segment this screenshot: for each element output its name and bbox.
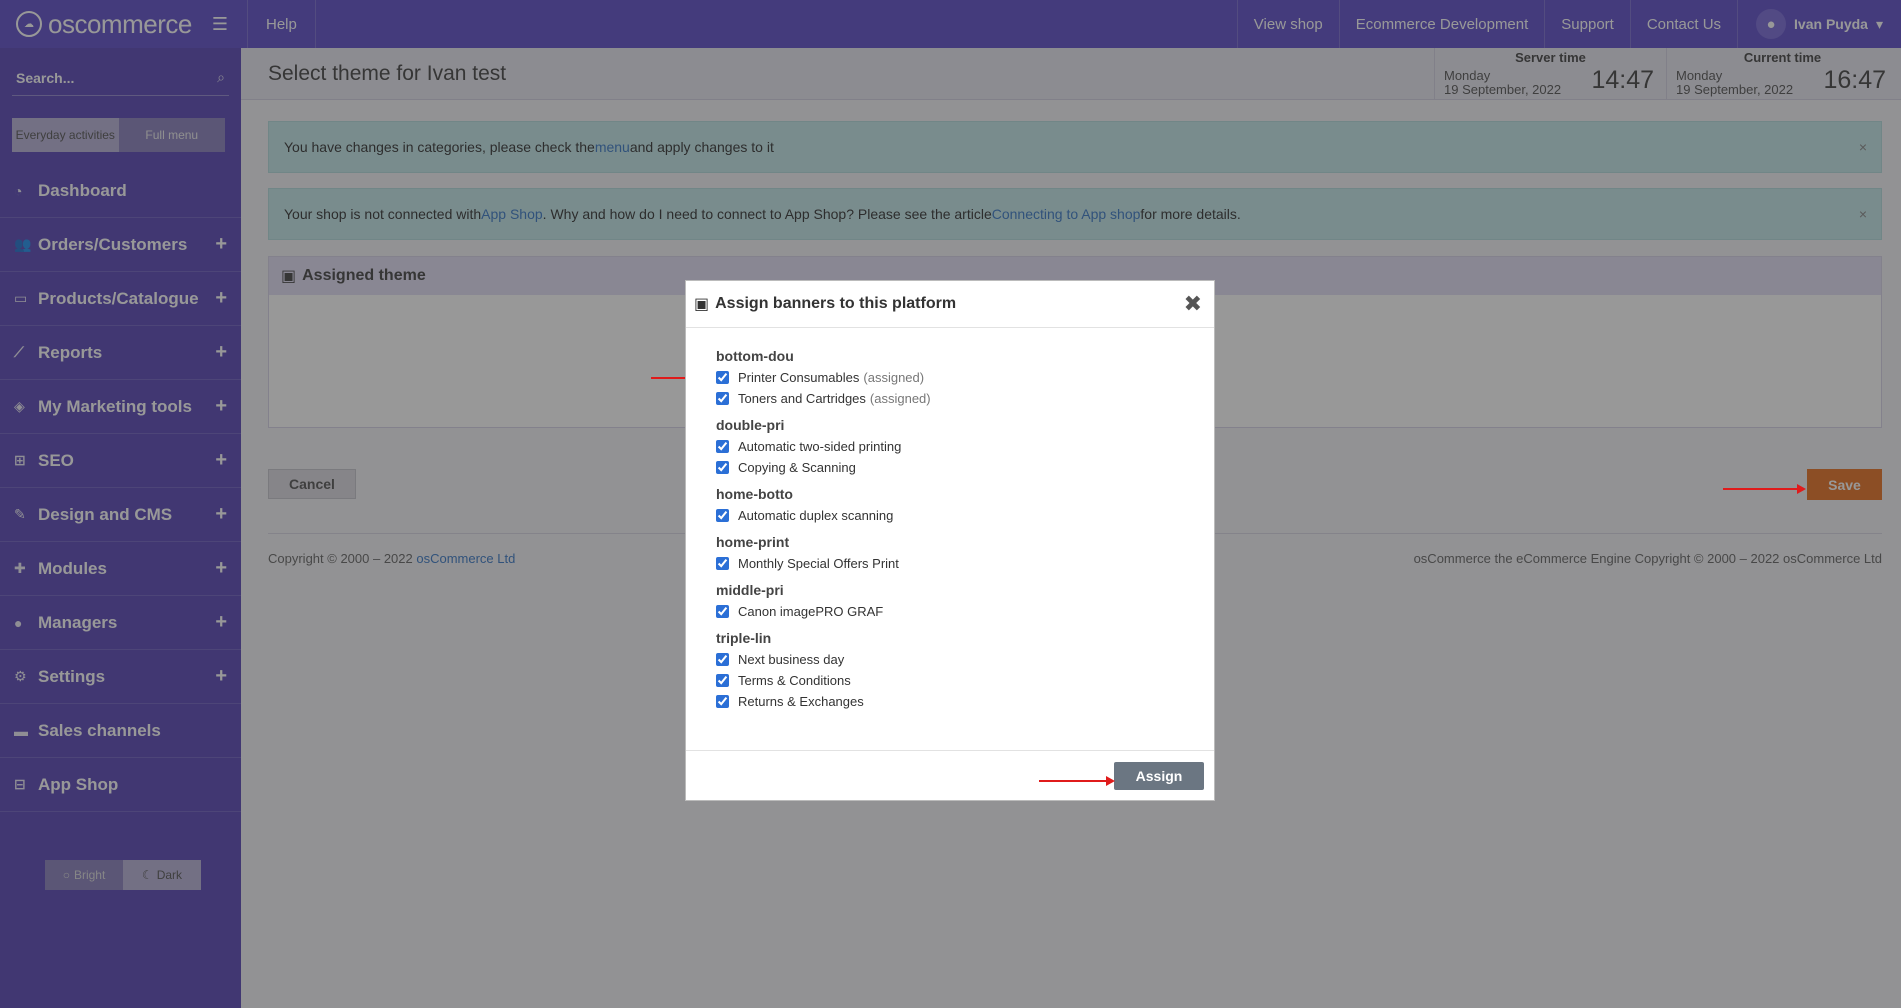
banner-checkbox-row[interactable]: Automatic two-sided printing bbox=[716, 436, 1214, 457]
modal-footer: Assign bbox=[686, 750, 1214, 800]
banner-checkbox-row[interactable]: Monthly Special Offers Print bbox=[716, 553, 1214, 574]
assigned-note: (assigned) bbox=[863, 370, 925, 385]
modal-body: bottom-dou Printer Consumables (assigned) T… bbox=[686, 328, 1214, 712]
modal-header: ▣ Assign banners to this platform ✖ bbox=[686, 281, 1214, 328]
banner-checkbox[interactable] bbox=[716, 695, 729, 708]
assign-button[interactable]: Assign bbox=[1114, 762, 1204, 790]
banner-label: Toners and Cartridges bbox=[738, 391, 866, 406]
banner-checkbox-row[interactable]: Terms & Conditions bbox=[716, 670, 1214, 691]
modal-title: Assign banners to this platform bbox=[715, 295, 957, 312]
banner-group: middle-pri Canon imagePRO GRAF bbox=[716, 582, 1214, 622]
banner-group: bottom-dou Printer Consumables (assigned) T… bbox=[716, 348, 1214, 409]
banner-checkbox[interactable] bbox=[716, 440, 729, 453]
banner-checkbox-row[interactable]: Canon imagePRO GRAF bbox=[716, 601, 1214, 622]
assign-banners-modal: ▣ Assign banners to this platform ✖ bott… bbox=[685, 280, 1215, 801]
banner-checkbox-row[interactable]: Printer Consumables (assigned) bbox=[716, 367, 1214, 388]
banner-group: home-botto Automatic duplex scanning bbox=[716, 486, 1214, 526]
banner-label: Monthly Special Offers Print bbox=[738, 556, 899, 571]
banner-group-title: bottom-dou bbox=[716, 348, 794, 364]
banner-group-title: middle-pri bbox=[716, 582, 784, 598]
banner-label: Copying & Scanning bbox=[738, 460, 856, 475]
banner-checkbox-row[interactable]: Returns & Exchanges bbox=[716, 691, 1214, 712]
banner-group-title: home-botto bbox=[716, 486, 793, 502]
banner-checkbox-row[interactable]: Copying & Scanning bbox=[716, 457, 1214, 478]
banner-label: Next business day bbox=[738, 652, 845, 667]
assigned-note: (assigned) bbox=[869, 391, 931, 406]
image-icon: ▣ bbox=[694, 296, 710, 313]
annotation-arrow bbox=[1723, 484, 1806, 494]
banner-label: Printer Consumables bbox=[738, 370, 860, 385]
banner-label: Canon imagePRO GRAF bbox=[738, 604, 884, 619]
banner-label: Automatic duplex scanning bbox=[738, 508, 894, 523]
banner-checkbox[interactable] bbox=[716, 674, 729, 687]
banner-checkbox[interactable] bbox=[716, 461, 729, 474]
banner-group: home-print Monthly Special Offers Print bbox=[716, 534, 1214, 574]
banner-label: Terms & Conditions bbox=[738, 673, 851, 688]
banner-checkbox[interactable] bbox=[716, 653, 729, 666]
banner-checkbox-row[interactable]: Toners and Cartridges (assigned) bbox=[716, 388, 1214, 409]
banner-group: triple-lin Next business day Terms & Condi… bbox=[716, 630, 1214, 712]
banner-checkbox[interactable] bbox=[716, 509, 729, 522]
banner-checkbox[interactable] bbox=[716, 392, 729, 405]
banner-group-title: double-pri bbox=[716, 417, 785, 433]
close-icon[interactable]: ✖ bbox=[1184, 291, 1202, 317]
annotation-arrow bbox=[1039, 776, 1115, 786]
banner-group-title: home-print bbox=[716, 534, 790, 550]
banner-checkbox-row[interactable]: Next business day bbox=[716, 649, 1214, 670]
banner-checkbox[interactable] bbox=[716, 371, 729, 384]
banner-checkbox-row[interactable]: Automatic duplex scanning bbox=[716, 505, 1214, 526]
banner-checkbox[interactable] bbox=[716, 557, 729, 570]
banner-checkbox[interactable] bbox=[716, 605, 729, 618]
banner-group: double-pri Automatic two-sided printing Co… bbox=[716, 417, 1214, 478]
banner-label: Returns & Exchanges bbox=[738, 694, 864, 709]
banner-group-title: triple-lin bbox=[716, 630, 772, 646]
banner-label: Automatic two-sided printing bbox=[738, 439, 902, 454]
